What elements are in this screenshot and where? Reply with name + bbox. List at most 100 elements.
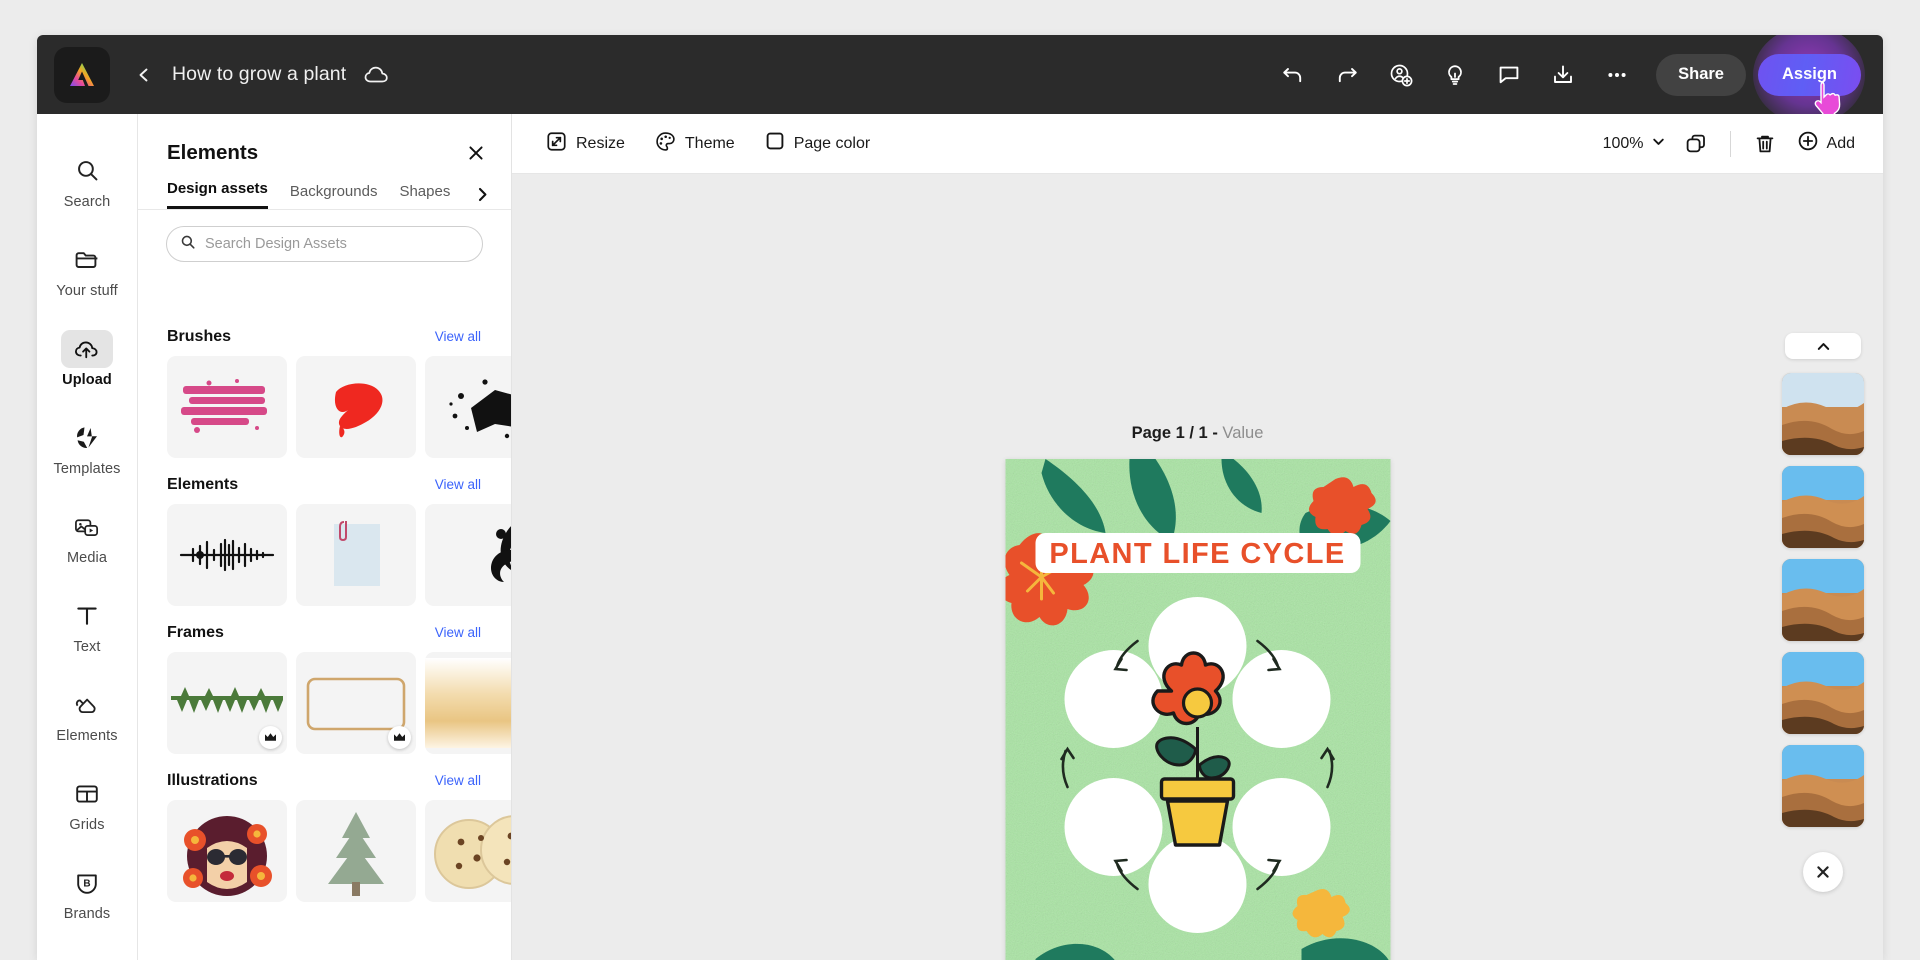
rail-label: Media	[67, 549, 107, 566]
desert-dunes-thumbnail-3[interactable]	[1782, 559, 1864, 641]
view-all-link[interactable]: View all	[435, 329, 481, 344]
search-input[interactable]	[205, 236, 469, 252]
more-options-icon[interactable]	[1594, 52, 1640, 98]
section-header-elements: Elements View all	[138, 458, 511, 494]
zoom-control[interactable]: 100%	[1595, 128, 1674, 160]
elements-panel: Elements Design assets Backgrounds Shape…	[138, 114, 512, 960]
download-icon[interactable]	[1540, 52, 1586, 98]
top-bar-actions: Share Assign	[1266, 35, 1883, 124]
asset-thumb-pink-brush-stroke[interactable]	[167, 356, 287, 458]
asset-thumb-pine-branch-frame[interactable]	[167, 652, 287, 754]
chevron-down-icon	[1651, 134, 1666, 154]
assign-button[interactable]: Assign	[1757, 53, 1861, 96]
asset-thumb-woman-with-flowers-illustration[interactable]	[167, 800, 287, 902]
close-thumbnails-icon[interactable]	[1803, 852, 1843, 892]
poster-canvas[interactable]: PLANT LIFE CYCLE	[1005, 459, 1390, 960]
asset-thumb-paper-with-paperclip-element[interactable]	[296, 504, 416, 606]
rail-item-search[interactable]: Search	[37, 136, 137, 225]
elements-icon	[65, 686, 109, 724]
rail-item-text[interactable]: Text	[37, 581, 137, 670]
section-header-illustrations: Illustrations View all	[138, 754, 511, 790]
share-button[interactable]: Share	[1656, 53, 1746, 96]
panel-content-scroll[interactable]: Brushes View all Elements View all Frame…	[138, 310, 511, 960]
asset-thumb-gold-gradient-frame[interactable]	[425, 652, 511, 754]
rail-item-brands[interactable]: B Brands	[37, 848, 137, 937]
rail-item-templates[interactable]: Templates	[37, 403, 137, 492]
rail-label: Grids	[69, 816, 105, 833]
close-icon[interactable]	[463, 140, 489, 166]
svg-text:B: B	[83, 878, 90, 889]
document-title[interactable]: How to grow a plant	[172, 63, 346, 86]
premium-crown-icon	[388, 726, 411, 749]
rail-item-upload[interactable]: Upload	[37, 314, 137, 403]
chevron-up-icon[interactable]	[1785, 333, 1861, 359]
desert-dunes-thumbnail-1[interactable]	[1782, 373, 1864, 455]
canvas-toolbar-right: 100% Add	[1595, 124, 1865, 164]
asset-thumb-black-splatter-brush[interactable]	[425, 356, 511, 458]
undo-icon[interactable]	[1270, 52, 1316, 98]
view-all-link[interactable]: View all	[435, 773, 481, 788]
panel-title: Elements	[167, 141, 259, 164]
cloud-saved-icon	[364, 65, 390, 85]
search-design-assets-box[interactable]	[166, 226, 483, 262]
tab-backgrounds[interactable]: Backgrounds	[290, 183, 378, 209]
templates-icon	[65, 419, 109, 457]
lightbulb-icon[interactable]	[1432, 52, 1478, 98]
duplicate-page-icon[interactable]	[1676, 124, 1716, 164]
canvas-stage[interactable]: Page 1 / 1 - Value PLANT LIFE CYCLE	[512, 174, 1883, 960]
chevron-right-icon[interactable]	[474, 186, 491, 209]
folder-icon	[65, 241, 109, 279]
panel-header: Elements	[138, 114, 511, 166]
desert-dunes-thumbnail-5[interactable]	[1782, 745, 1864, 827]
palette-icon	[655, 131, 676, 157]
section-title: Elements	[167, 476, 239, 493]
brands-icon: B	[65, 864, 109, 902]
zoom-value: 100%	[1602, 134, 1644, 152]
rail-label: Upload	[62, 371, 112, 388]
premium-crown-icon	[259, 726, 282, 749]
section-row-elements	[138, 494, 511, 606]
section-title: Frames	[167, 624, 224, 641]
asset-thumb-pine-tree-illustration[interactable]	[296, 800, 416, 902]
page-indicator-number: Page 1 / 1 -	[1131, 424, 1218, 442]
rail-item-media[interactable]: Media	[37, 492, 137, 581]
tab-design-assets[interactable]: Design assets	[167, 180, 268, 209]
redo-icon[interactable]	[1324, 52, 1370, 98]
panel-tabs: Design assets Backgrounds Shapes	[138, 166, 511, 210]
section-header-brushes: Brushes View all	[138, 310, 511, 346]
rail-label: Brands	[63, 905, 111, 922]
page-indicator-value: Value	[1222, 424, 1264, 442]
upload-cloud-icon	[61, 329, 113, 368]
resize-button[interactable]: Resize	[534, 124, 637, 164]
view-all-link[interactable]: View all	[435, 625, 481, 640]
section-title: Brushes	[167, 328, 232, 345]
top-bar: How to grow a plant Share Assign	[37, 35, 1883, 124]
asset-thumb-black-floral-ornament-element[interactable]	[425, 504, 511, 606]
app-window: How to grow a plant Share Assign Search …	[37, 35, 1883, 960]
back-button[interactable]	[132, 63, 156, 87]
svg-text:PLANT LIFE CYCLE: PLANT LIFE CYCLE	[1049, 538, 1345, 570]
tab-shapes[interactable]: Shapes	[399, 183, 450, 209]
rail-item-your-stuff[interactable]: Your stuff	[37, 225, 137, 314]
rail-item-elements[interactable]: Elements	[37, 670, 137, 759]
adobe-express-logo[interactable]	[54, 46, 110, 103]
comment-icon[interactable]	[1486, 52, 1532, 98]
asset-thumb-red-brush-stroke[interactable]	[296, 356, 416, 458]
page-color-button[interactable]: Page color	[753, 124, 883, 163]
trash-icon[interactable]	[1745, 124, 1785, 164]
assign-button-wrapper: Assign	[1753, 35, 1866, 124]
rail-label: Search	[63, 193, 111, 210]
asset-thumb-audio-waveform-element[interactable]	[167, 504, 287, 606]
theme-button[interactable]: Theme	[643, 124, 747, 164]
rail-item-grids[interactable]: Grids	[37, 759, 137, 848]
desert-dunes-thumbnail-2[interactable]	[1782, 466, 1864, 548]
add-page-button[interactable]: Add	[1787, 124, 1865, 163]
toolbar-divider	[1729, 130, 1731, 157]
asset-thumb-rounded-tan-border-frame[interactable]	[296, 652, 416, 754]
view-all-link[interactable]: View all	[435, 477, 481, 492]
add-collaborator-icon[interactable]	[1378, 52, 1424, 98]
section-row-brushes	[138, 346, 511, 458]
desert-dunes-thumbnail-4[interactable]	[1782, 652, 1864, 734]
grids-icon	[65, 775, 109, 813]
asset-thumb-cookies-illustration[interactable]	[425, 800, 511, 902]
